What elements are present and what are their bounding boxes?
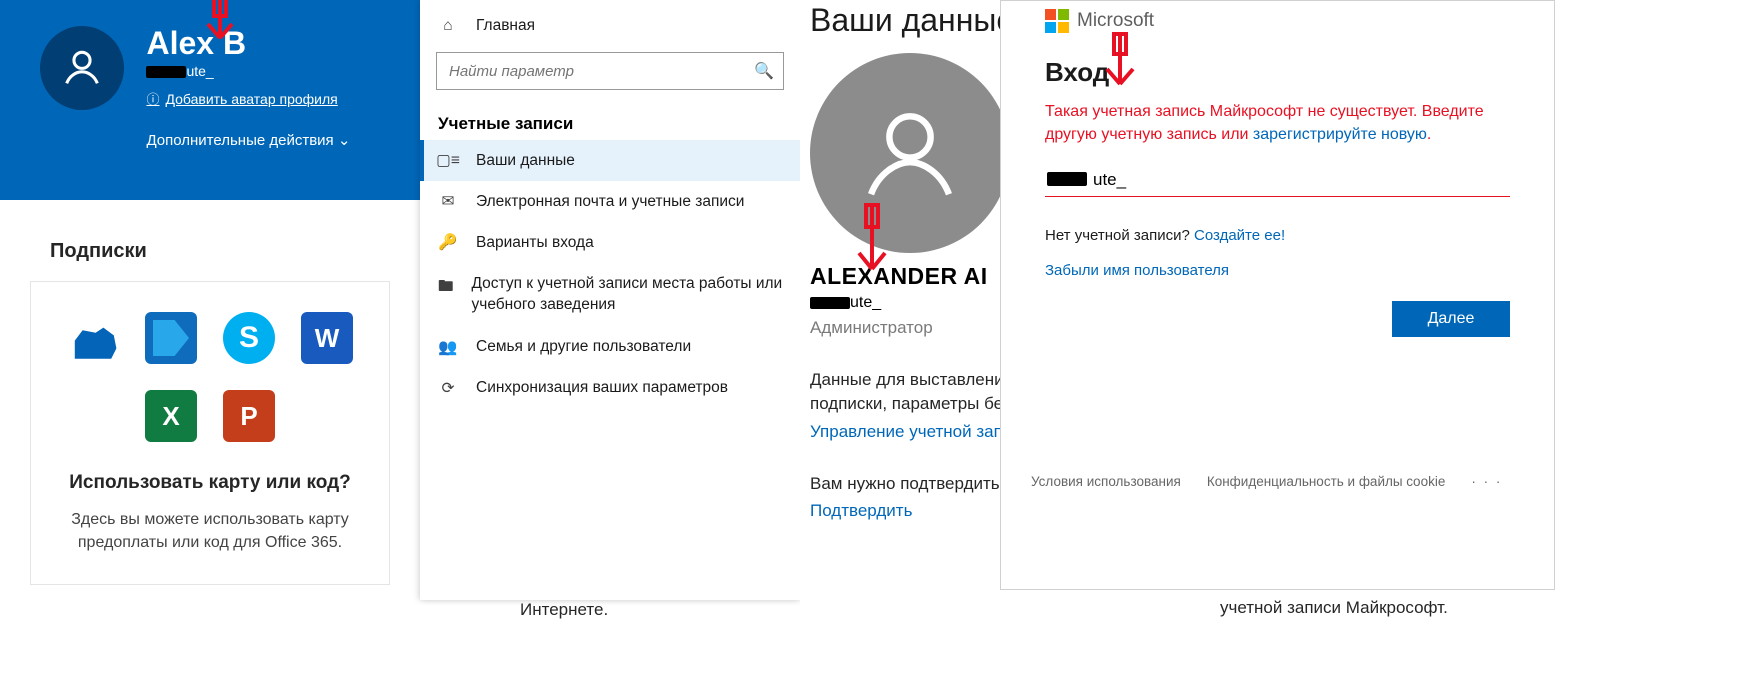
person-card-icon: ▢≡ bbox=[438, 151, 458, 170]
outlook-icon bbox=[145, 312, 197, 364]
your-info-heading: Ваши данные bbox=[810, 2, 1000, 39]
microsoft-logo: Microsoft bbox=[1045, 9, 1510, 33]
profile-name: Alex B bbox=[146, 26, 350, 61]
office-app-icons bbox=[57, 312, 363, 442]
account-email: ute_ bbox=[810, 294, 1000, 312]
account-name: ALEXANDER AI bbox=[810, 263, 1000, 290]
nav-home[interactable]: ⌂ Главная bbox=[420, 6, 800, 46]
avatar-large-icon bbox=[810, 53, 1010, 253]
verify-text: Вам нужно подтвердить. bbox=[810, 472, 1000, 496]
create-account-link[interactable]: Создайте ее! bbox=[1194, 227, 1285, 244]
login-title: Вход bbox=[1045, 57, 1510, 88]
register-new-link[interactable]: зарегистрируйте новую bbox=[1253, 126, 1427, 143]
profile-username: ute_ bbox=[146, 63, 350, 79]
verify-link[interactable]: Подтвердить bbox=[810, 501, 1000, 521]
briefcase-icon: 🖿 bbox=[438, 274, 454, 301]
no-account-text: Нет учетной записи? Создайте ее! bbox=[1045, 227, 1510, 244]
search-icon: 🔍 bbox=[754, 61, 774, 81]
subscription-card: Использовать карту или код? Здесь вы мож… bbox=[30, 281, 390, 585]
login-input-redaction bbox=[1047, 170, 1087, 188]
login-error: Такая учетная запись Майкрософт не сущес… bbox=[1045, 100, 1510, 146]
onedrive-icon bbox=[67, 312, 119, 364]
ms-account-panel: Alex B ute_ Добавить аватар профиля Допо… bbox=[0, 0, 420, 693]
avatar-placeholder-icon bbox=[40, 26, 124, 110]
nav-sync[interactable]: ⟳ Синхронизация ваших параметров bbox=[420, 368, 800, 409]
microsoft-logo-icon bbox=[1045, 9, 1069, 33]
more-actions-dropdown[interactable]: Дополнительные действия bbox=[146, 131, 350, 149]
ms-login-dialog: Microsoft Вход Такая учетная запись Майк… bbox=[1000, 0, 1555, 590]
nav-family[interactable]: 👥 Семья и другие пользователи bbox=[420, 327, 800, 368]
microsoft-wordmark: Microsoft bbox=[1077, 10, 1154, 32]
mail-icon: ✉ bbox=[438, 192, 458, 211]
settings-sidebar: ⌂ Главная 🔍 Учетные записи ▢≡ Ваши данны… bbox=[420, 0, 800, 600]
card-title: Использовать карту или код? bbox=[57, 472, 363, 494]
billing-text: Данные для выставленияподписки, параметр… bbox=[810, 368, 1000, 416]
nav-label: Электронная почта и учетные записи bbox=[476, 193, 744, 211]
sync-icon: ⟳ bbox=[438, 379, 458, 398]
powerpoint-icon bbox=[223, 390, 275, 442]
excel-icon bbox=[145, 390, 197, 442]
your-info-panel: Ваши данные ALEXANDER AI ute_ Администра… bbox=[800, 0, 1000, 693]
nav-label: Доступ к учетной записи места работы или… bbox=[472, 274, 784, 316]
profile-header: Alex B ute_ Добавить аватар профиля Допо… bbox=[0, 0, 420, 200]
privacy-link[interactable]: Конфиденциальность и файлы cookie bbox=[1207, 474, 1446, 489]
nav-label: Синхронизация ваших параметров bbox=[476, 379, 728, 397]
nav-your-info[interactable]: ▢≡ Ваши данные bbox=[420, 140, 800, 181]
nav-label: Варианты входа bbox=[476, 234, 594, 252]
word-icon bbox=[301, 312, 353, 364]
nav-email-accounts[interactable]: ✉ Электронная почта и учетные записи bbox=[420, 181, 800, 222]
nav-label: Семья и другие пользователи bbox=[476, 338, 691, 356]
nav-signin-options[interactable]: 🔑 Варианты входа bbox=[420, 222, 800, 263]
skype-icon bbox=[223, 312, 275, 364]
add-avatar-link[interactable]: Добавить аватар профиля bbox=[146, 89, 337, 108]
manage-account-link[interactable]: Управление учетной зап bbox=[810, 422, 1000, 442]
next-button[interactable]: Далее bbox=[1392, 301, 1510, 337]
search-wrap: 🔍 bbox=[436, 52, 784, 90]
truncated-text-2: учетной записи Майкрософт. bbox=[1220, 598, 1448, 618]
card-text: Здесь вы можете использовать карту предо… bbox=[57, 508, 363, 554]
nav-work-school[interactable]: 🖿 Доступ к учетной записи места работы и… bbox=[420, 263, 800, 327]
forgot-username-link[interactable]: Забыли имя пользователя bbox=[1045, 262, 1510, 279]
key-icon: 🔑 bbox=[438, 233, 458, 252]
terms-link[interactable]: Условия использования bbox=[1031, 474, 1181, 489]
login-username-input[interactable] bbox=[1045, 164, 1510, 197]
footer-more-icon[interactable]: · · · bbox=[1471, 474, 1502, 489]
subscriptions-heading: Подписки bbox=[50, 240, 420, 263]
home-icon: ⌂ bbox=[438, 17, 458, 35]
section-heading: Учетные записи bbox=[420, 106, 800, 140]
nav-label: Ваши данные bbox=[476, 152, 575, 170]
login-footer: Условия использования Конфиденциальность… bbox=[1031, 474, 1524, 489]
truncated-text: Интернете. bbox=[520, 600, 608, 620]
nav-home-label: Главная bbox=[476, 17, 535, 35]
people-icon: 👥 bbox=[438, 338, 458, 357]
account-role: Администратор bbox=[810, 318, 1000, 338]
settings-search-input[interactable] bbox=[436, 52, 784, 90]
